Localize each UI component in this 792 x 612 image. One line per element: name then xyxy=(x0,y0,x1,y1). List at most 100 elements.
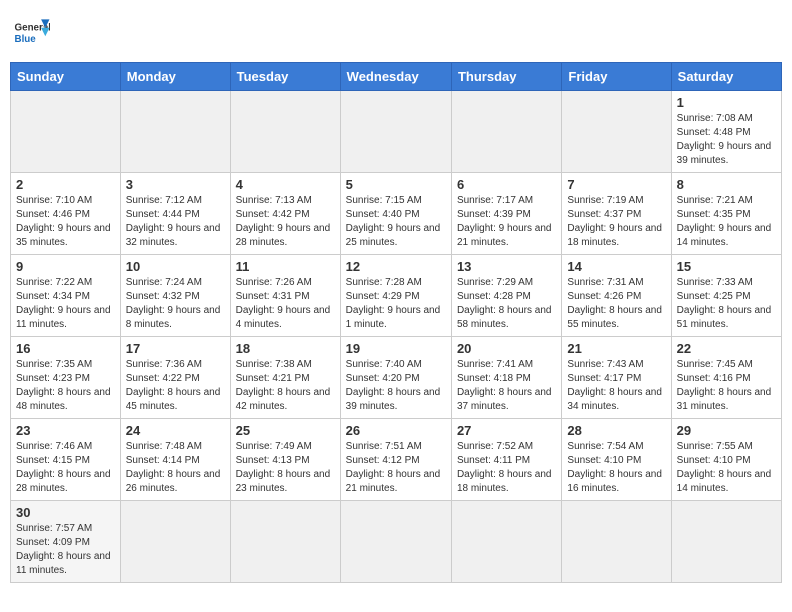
day-info: Sunrise: 7:35 AM Sunset: 4:23 PM Dayligh… xyxy=(16,358,115,414)
day-number: 27 xyxy=(457,423,556,438)
calendar-cell: 26 Sunrise: 7:51 AM Sunset: 4:12 PM Dayli… xyxy=(340,419,451,501)
calendar-cell: 23 Sunrise: 7:46 AM Sunset: 4:15 PM Dayli… xyxy=(11,419,121,501)
calendar-cell: 15 Sunrise: 7:33 AM Sunset: 4:25 PM Dayli… xyxy=(671,255,781,337)
calendar-cell: 11 Sunrise: 7:26 AM Sunset: 4:31 PM Dayli… xyxy=(230,255,340,337)
col-header-saturday: Saturday xyxy=(671,63,781,91)
day-number: 24 xyxy=(126,423,225,438)
calendar-cell xyxy=(451,91,561,173)
day-info: Sunrise: 7:48 AM Sunset: 4:14 PM Dayligh… xyxy=(126,440,225,496)
calendar-cell xyxy=(562,501,671,583)
calendar-cell: 24 Sunrise: 7:48 AM Sunset: 4:14 PM Dayli… xyxy=(120,419,230,501)
calendar-header-row: SundayMondayTuesdayWednesdayThursdayFrid… xyxy=(11,63,782,91)
calendar-cell: 21 Sunrise: 7:43 AM Sunset: 4:17 PM Dayli… xyxy=(562,337,671,419)
day-number: 2 xyxy=(16,177,115,192)
calendar-cell xyxy=(120,501,230,583)
calendar-cell: 25Sunrise: 7:49 AM Sunset: 4:13 PM Dayli… xyxy=(230,419,340,501)
day-number: 29 xyxy=(677,423,776,438)
generalblue-logo-icon: General Blue xyxy=(14,18,50,46)
calendar-week-row: 2 Sunrise: 7:10 AM Sunset: 4:46 PM Daylig… xyxy=(11,173,782,255)
day-info: Sunrise: 7:46 AM Sunset: 4:15 PM Dayligh… xyxy=(16,440,115,496)
col-header-friday: Friday xyxy=(562,63,671,91)
day-info: Sunrise: 7:54 AM Sunset: 4:10 PM Dayligh… xyxy=(567,440,665,496)
calendar-cell: 6 Sunrise: 7:17 AM Sunset: 4:39 PM Daylig… xyxy=(451,173,561,255)
day-info: Sunrise: 7:15 AM Sunset: 4:40 PM Dayligh… xyxy=(346,194,446,250)
day-info: Sunrise: 7:21 AM Sunset: 4:35 PM Dayligh… xyxy=(677,194,776,250)
day-info: Sunrise: 7:10 AM Sunset: 4:46 PM Dayligh… xyxy=(16,194,115,250)
day-info: Sunrise: 7:13 AM Sunset: 4:42 PM Dayligh… xyxy=(236,194,335,250)
calendar-cell: 13 Sunrise: 7:29 AM Sunset: 4:28 PM Dayli… xyxy=(451,255,561,337)
day-info: Sunrise: 7:38 AM Sunset: 4:21 PM Dayligh… xyxy=(236,358,335,414)
day-info: Sunrise: 7:45 AM Sunset: 4:16 PM Dayligh… xyxy=(677,358,776,414)
calendar-cell: 8 Sunrise: 7:21 AM Sunset: 4:35 PM Daylig… xyxy=(671,173,781,255)
day-number: 7 xyxy=(567,177,665,192)
day-info: Sunrise: 7:31 AM Sunset: 4:26 PM Dayligh… xyxy=(567,276,665,332)
day-info: Sunrise: 7:29 AM Sunset: 4:28 PM Dayligh… xyxy=(457,276,556,332)
logo: General Blue xyxy=(14,18,50,46)
day-info: Sunrise: 7:40 AM Sunset: 4:20 PM Dayligh… xyxy=(346,358,446,414)
day-number: 13 xyxy=(457,259,556,274)
day-number: 20 xyxy=(457,341,556,356)
page-header: General Blue xyxy=(10,10,782,54)
day-info: Sunrise: 7:19 AM Sunset: 4:37 PM Dayligh… xyxy=(567,194,665,250)
day-number: 6 xyxy=(457,177,556,192)
calendar-cell: 3Sunrise: 7:12 AM Sunset: 4:44 PM Daylig… xyxy=(120,173,230,255)
day-info: Sunrise: 7:52 AM Sunset: 4:11 PM Dayligh… xyxy=(457,440,556,496)
day-info: Sunrise: 7:17 AM Sunset: 4:39 PM Dayligh… xyxy=(457,194,556,250)
day-number: 4 xyxy=(236,177,335,192)
calendar-cell: 29Sunrise: 7:55 AM Sunset: 4:10 PM Dayli… xyxy=(671,419,781,501)
day-number: 30 xyxy=(16,505,115,520)
day-number: 15 xyxy=(677,259,776,274)
calendar-cell: 28 Sunrise: 7:54 AM Sunset: 4:10 PM Dayli… xyxy=(562,419,671,501)
calendar-cell: 12 Sunrise: 7:28 AM Sunset: 4:29 PM Dayli… xyxy=(340,255,451,337)
calendar-cell xyxy=(340,501,451,583)
day-info: Sunrise: 7:26 AM Sunset: 4:31 PM Dayligh… xyxy=(236,276,335,332)
day-number: 14 xyxy=(567,259,665,274)
day-number: 19 xyxy=(346,341,446,356)
day-info: Sunrise: 7:51 AM Sunset: 4:12 PM Dayligh… xyxy=(346,440,446,496)
col-header-thursday: Thursday xyxy=(451,63,561,91)
calendar-cell: 7 Sunrise: 7:19 AM Sunset: 4:37 PM Daylig… xyxy=(562,173,671,255)
calendar-cell: 14 Sunrise: 7:31 AM Sunset: 4:26 PM Dayli… xyxy=(562,255,671,337)
day-info: Sunrise: 7:43 AM Sunset: 4:17 PM Dayligh… xyxy=(567,358,665,414)
calendar-cell xyxy=(451,501,561,583)
col-header-sunday: Sunday xyxy=(11,63,121,91)
day-info: Sunrise: 7:22 AM Sunset: 4:34 PM Dayligh… xyxy=(16,276,115,332)
day-number: 28 xyxy=(567,423,665,438)
calendar-table: SundayMondayTuesdayWednesdayThursdayFrid… xyxy=(10,62,782,583)
day-info: Sunrise: 7:33 AM Sunset: 4:25 PM Dayligh… xyxy=(677,276,776,332)
day-info: Sunrise: 7:08 AM Sunset: 4:48 PM Dayligh… xyxy=(677,112,776,168)
day-info: Sunrise: 7:36 AM Sunset: 4:22 PM Dayligh… xyxy=(126,358,225,414)
calendar-cell xyxy=(671,501,781,583)
day-number: 11 xyxy=(236,259,335,274)
calendar-cell: 30 Sunrise: 7:57 AM Sunset: 4:09 PM Dayli… xyxy=(11,501,121,583)
day-number: 16 xyxy=(16,341,115,356)
calendar-cell: 9 Sunrise: 7:22 AM Sunset: 4:34 PM Daylig… xyxy=(11,255,121,337)
calendar-cell xyxy=(120,91,230,173)
calendar-cell: 1Sunrise: 7:08 AM Sunset: 4:48 PM Daylig… xyxy=(671,91,781,173)
calendar-week-row: 16 Sunrise: 7:35 AM Sunset: 4:23 PM Dayli… xyxy=(11,337,782,419)
day-number: 22 xyxy=(677,341,776,356)
day-number: 9 xyxy=(16,259,115,274)
calendar-cell: 10Sunrise: 7:24 AM Sunset: 4:32 PM Dayli… xyxy=(120,255,230,337)
calendar-cell xyxy=(11,91,121,173)
day-number: 17 xyxy=(126,341,225,356)
col-header-wednesday: Wednesday xyxy=(340,63,451,91)
day-number: 8 xyxy=(677,177,776,192)
calendar-cell: 5 Sunrise: 7:15 AM Sunset: 4:40 PM Daylig… xyxy=(340,173,451,255)
day-number: 12 xyxy=(346,259,446,274)
day-number: 21 xyxy=(567,341,665,356)
calendar-cell xyxy=(340,91,451,173)
day-number: 18 xyxy=(236,341,335,356)
day-info: Sunrise: 7:57 AM Sunset: 4:09 PM Dayligh… xyxy=(16,522,115,578)
day-number: 26 xyxy=(346,423,446,438)
calendar-cell: 2 Sunrise: 7:10 AM Sunset: 4:46 PM Daylig… xyxy=(11,173,121,255)
calendar-week-row: 30 Sunrise: 7:57 AM Sunset: 4:09 PM Dayli… xyxy=(11,501,782,583)
calendar-week-row: 9 Sunrise: 7:22 AM Sunset: 4:34 PM Daylig… xyxy=(11,255,782,337)
day-number: 23 xyxy=(16,423,115,438)
calendar-cell xyxy=(562,91,671,173)
day-info: Sunrise: 7:24 AM Sunset: 4:32 PM Dayligh… xyxy=(126,276,225,332)
day-info: Sunrise: 7:49 AM Sunset: 4:13 PM Dayligh… xyxy=(236,440,335,496)
day-info: Sunrise: 7:28 AM Sunset: 4:29 PM Dayligh… xyxy=(346,276,446,332)
day-number: 5 xyxy=(346,177,446,192)
col-header-tuesday: Tuesday xyxy=(230,63,340,91)
